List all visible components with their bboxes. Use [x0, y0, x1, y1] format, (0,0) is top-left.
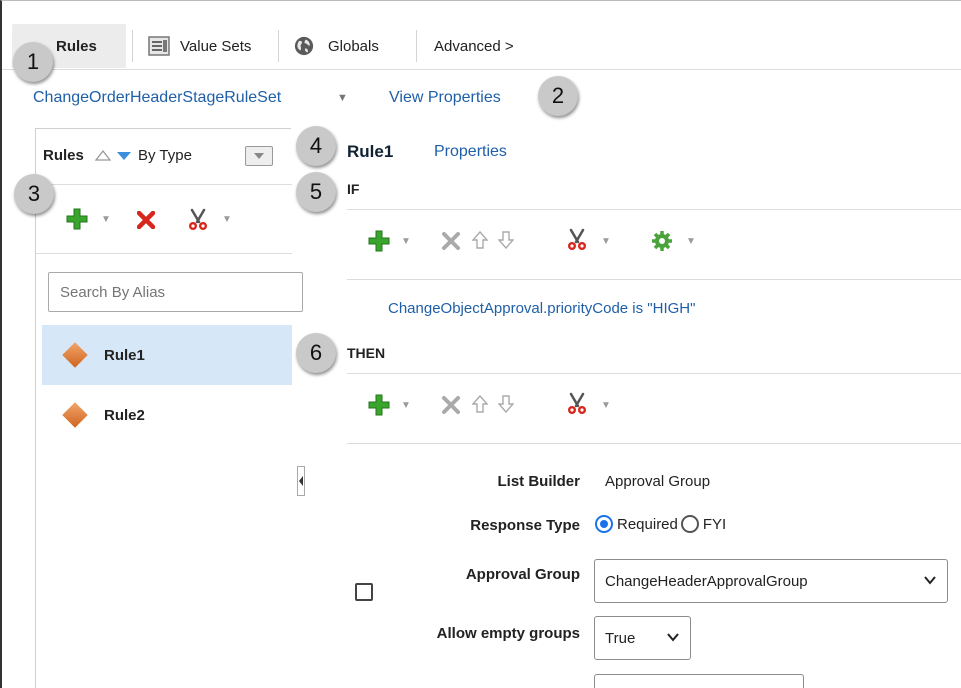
- approval-group-label: Approval Group: [465, 566, 580, 583]
- sort-by-type-label: By Type: [138, 147, 192, 164]
- then-section-label: THEN: [347, 345, 386, 361]
- view-properties-link[interactable]: View Properties: [389, 89, 501, 107]
- panel-collapse-handle[interactable]: [297, 466, 305, 496]
- ruleset-link[interactable]: ChangeOrderHeaderStageRuleSet: [33, 89, 281, 107]
- approval-group-value: ChangeHeaderApprovalGroup: [605, 573, 808, 590]
- allow-empty-groups-select[interactable]: True: [594, 616, 691, 660]
- arrow-up-icon[interactable]: [472, 394, 488, 414]
- divider: [347, 279, 961, 280]
- approval-group-select[interactable]: ChangeHeaderApprovalGroup: [594, 559, 948, 603]
- chevron-down-icon: [254, 153, 264, 159]
- add-dropdown-icon[interactable]: ▼: [401, 400, 411, 411]
- arrow-down-icon[interactable]: [498, 394, 514, 414]
- collapse-left-arrow-icon: [299, 476, 303, 486]
- rule-list-item-rule1[interactable]: Rule1: [42, 325, 292, 385]
- cut-dropdown-icon[interactable]: ▼: [601, 236, 611, 247]
- tab-advanced-label: Advanced >: [434, 37, 514, 55]
- cut-dropdown-icon[interactable]: ▼: [222, 214, 232, 225]
- rules-toolbar: ▼ ▼: [36, 186, 292, 254]
- tab-value-sets[interactable]: Value Sets: [148, 24, 251, 68]
- globe-icon: [294, 36, 314, 56]
- value-sets-icon: [148, 36, 170, 56]
- arrow-up-icon[interactable]: [472, 230, 488, 250]
- response-required-radio[interactable]: [595, 515, 613, 533]
- sort-ascending-icon[interactable]: [95, 150, 111, 161]
- arrow-down-icon[interactable]: [498, 230, 514, 250]
- callout-3: 3: [14, 174, 54, 214]
- add-action-plus-icon[interactable]: [368, 394, 390, 416]
- chevron-down-icon: [924, 576, 936, 585]
- list-builder-value: Approval Group: [605, 473, 711, 490]
- gear-icon[interactable]: [651, 230, 673, 252]
- response-fyi-radio[interactable]: [680, 515, 699, 533]
- add-dropdown-icon[interactable]: ▼: [101, 214, 111, 225]
- list-builder-label: List Builder: [497, 473, 580, 490]
- diamond-rule-icon: [62, 402, 88, 428]
- scissors-icon[interactable]: [186, 208, 210, 232]
- rules-panel: Rules By Type ▼ ▼ Search By Alias Rule1 …: [35, 128, 303, 688]
- tab-divider: [278, 30, 279, 62]
- response-type-label: Response Type: [470, 517, 580, 534]
- divider: [347, 373, 961, 374]
- ruleset-dropdown-icon[interactable]: ▼: [337, 92, 348, 104]
- search-by-alias-input[interactable]: [48, 272, 303, 312]
- rules-panel-header: Rules By Type: [36, 129, 292, 185]
- rule-list-item-label: Rule2: [104, 406, 145, 424]
- add-condition-plus-icon[interactable]: [368, 230, 390, 252]
- response-fyi-label: FYI: [702, 515, 727, 533]
- tab-rules-label: Rules: [56, 37, 97, 55]
- callout-6: 6: [296, 333, 336, 373]
- scissors-icon[interactable]: [565, 392, 589, 416]
- delete-condition-icon[interactable]: [442, 232, 460, 250]
- add-rule-plus-icon[interactable]: [66, 208, 88, 230]
- chevron-down-icon: [667, 633, 679, 642]
- rule-properties-link[interactable]: Properties: [434, 143, 507, 161]
- scissors-icon[interactable]: [565, 228, 589, 252]
- callout-2: 2: [538, 76, 578, 116]
- callout-1: 1: [13, 42, 53, 82]
- rule-title: Rule1: [347, 142, 394, 161]
- response-required-label: Required: [617, 515, 678, 533]
- sort-dropdown-button[interactable]: [245, 146, 273, 166]
- allow-empty-groups-label: Allow empty groups: [436, 625, 580, 642]
- delete-action-icon[interactable]: [442, 396, 460, 414]
- divider: [347, 443, 961, 444]
- if-section-label: IF: [347, 181, 360, 197]
- rule-list-item-rule2[interactable]: Rule2: [42, 385, 292, 445]
- cut-dropdown-icon[interactable]: ▼: [601, 400, 611, 411]
- allow-empty-groups-value: True: [605, 630, 636, 647]
- tab-globals[interactable]: Globals: [294, 24, 379, 68]
- tab-advanced[interactable]: Advanced >: [434, 24, 514, 68]
- tab-divider: [416, 30, 417, 62]
- if-condition-text[interactable]: ChangeObjectApproval.priorityCode is "HI…: [388, 300, 695, 317]
- tab-divider: [132, 30, 133, 62]
- add-dropdown-icon[interactable]: ▼: [401, 236, 411, 247]
- callout-5: 5: [296, 172, 336, 212]
- gear-dropdown-icon[interactable]: ▼: [686, 236, 696, 247]
- response-type-radio-group: Required FYI: [595, 515, 726, 533]
- divider: [347, 209, 961, 210]
- rules-panel-title: Rules: [43, 147, 84, 164]
- diamond-rule-icon: [62, 342, 88, 368]
- callout-4: 4: [296, 126, 336, 166]
- tab-globals-label: Globals: [328, 37, 379, 55]
- tab-value-sets-label: Value Sets: [180, 37, 252, 55]
- approval-group-checkbox[interactable]: [355, 583, 373, 601]
- sort-descending-icon[interactable]: [116, 151, 132, 161]
- rule-list-item-label: Rule1: [104, 346, 145, 364]
- delete-rule-icon[interactable]: [137, 211, 155, 229]
- next-field-select[interactable]: [594, 674, 804, 688]
- tab-bar: Rules Value Sets Globals Advanced >: [2, 0, 961, 70]
